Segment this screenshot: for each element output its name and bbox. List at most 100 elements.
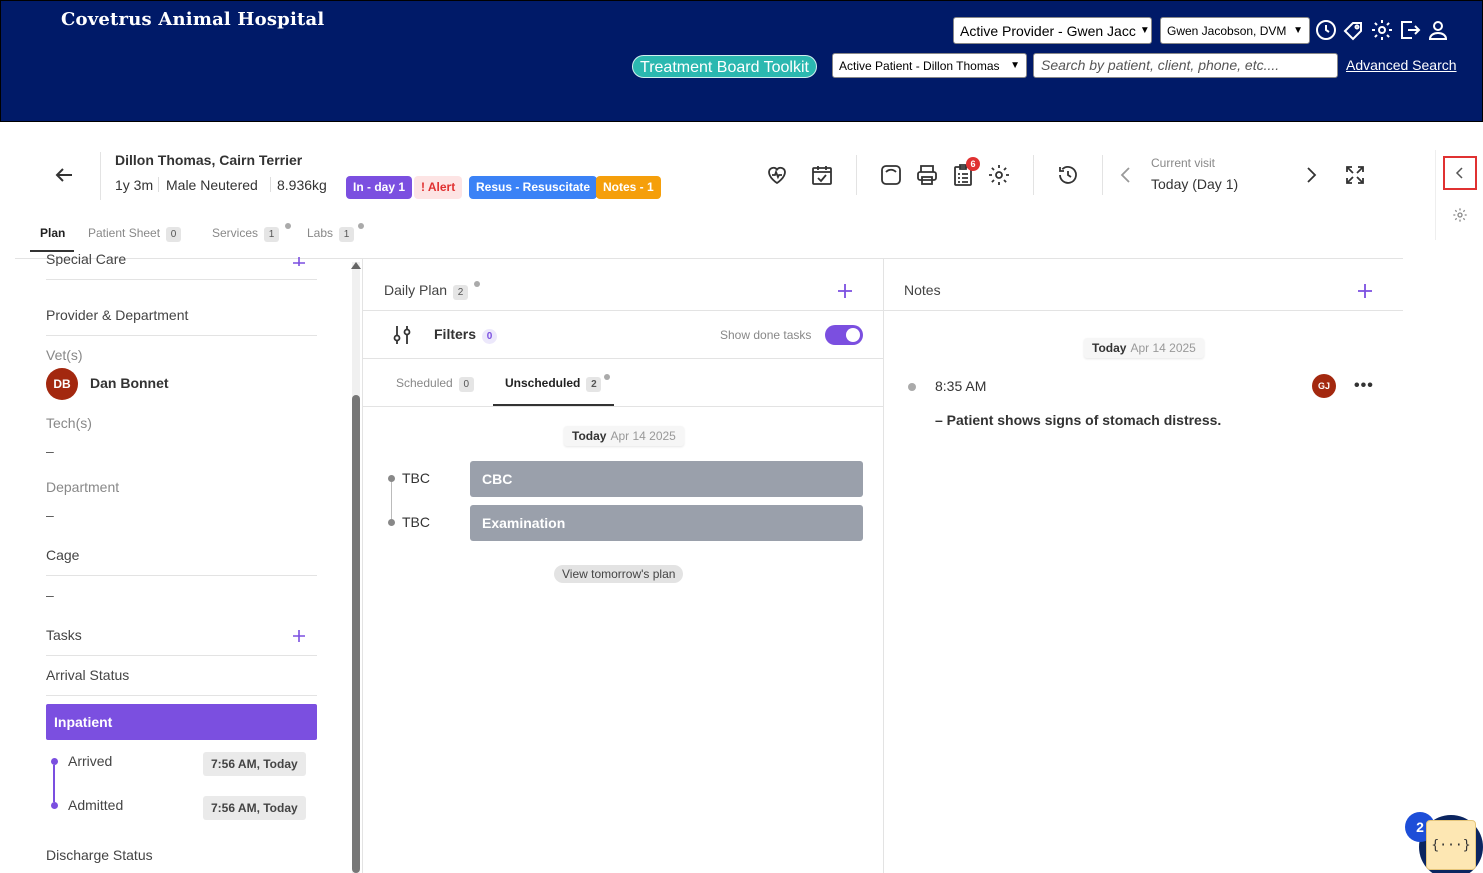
- vet-select-value: Gwen Jacobson, DVM: [1167, 23, 1287, 38]
- divider: [46, 335, 317, 336]
- discharge-status-label: Discharge Status: [46, 847, 153, 863]
- show-done-tasks-toggle[interactable]: [825, 325, 863, 345]
- divider: [884, 310, 1403, 311]
- tab-labs[interactable]: Labs 1: [307, 226, 355, 242]
- vets-label: Vet(s): [46, 347, 83, 363]
- note-time: 8:35 AM: [935, 378, 987, 394]
- collapse-panel-button[interactable]: [1443, 156, 1477, 190]
- divider: [362, 258, 363, 873]
- timeline-line: [53, 765, 55, 802]
- date-value: Apr 14 2025: [610, 429, 676, 443]
- resus-badge[interactable]: Resus - Resuscitate: [469, 176, 598, 199]
- timeline-dot: [388, 475, 395, 482]
- divider: [46, 695, 317, 696]
- tab-patient-sheet[interactable]: Patient Sheet 0: [88, 226, 182, 242]
- vet-name: Dan Bonnet: [90, 375, 169, 391]
- code-braces-button[interactable]: {···}: [1426, 820, 1476, 870]
- active-provider-select[interactable]: Active Provider - Gwen Jacc ▼: [953, 17, 1152, 44]
- filters-label: Filters: [434, 326, 477, 342]
- tab-count: 2: [586, 377, 602, 392]
- timeline-dot: [388, 519, 395, 526]
- add-task-icon[interactable]: [292, 629, 306, 643]
- divider: [363, 406, 883, 407]
- special-care-label: Special Care: [46, 252, 126, 266]
- divider: [46, 575, 317, 576]
- chevron-right-icon[interactable]: [1303, 165, 1319, 185]
- logout-icon[interactable]: [1398, 18, 1422, 42]
- arrived-time: 7:56 AM, Today: [203, 752, 306, 776]
- clock-icon[interactable]: [1314, 18, 1338, 42]
- printer-icon[interactable]: [915, 163, 939, 187]
- timeline-line: [391, 482, 392, 519]
- patient-age: 1y 3m: [115, 177, 154, 193]
- department-label: Department: [46, 479, 120, 495]
- more-options-icon[interactable]: •••: [1354, 377, 1374, 395]
- user-icon[interactable]: [1426, 18, 1450, 42]
- gear-icon[interactable]: [1370, 18, 1394, 42]
- tab-plan[interactable]: Plan: [40, 226, 65, 240]
- tag-icon[interactable]: [1342, 18, 1366, 42]
- add-special-care-icon[interactable]: [292, 256, 306, 266]
- patient-name: Dillon Thomas, Cairn Terrier: [115, 152, 303, 168]
- techs-label: Tech(s): [46, 415, 92, 431]
- daily-plan-title: Daily Plan 2: [384, 282, 469, 300]
- vet-select[interactable]: Gwen Jacobson, DVM ▼: [1160, 17, 1310, 44]
- tab-label: Labs: [307, 226, 334, 240]
- add-note-icon[interactable]: [1357, 283, 1373, 299]
- tab-count: 0: [166, 227, 182, 242]
- status-dot: [285, 223, 291, 229]
- tab-unscheduled[interactable]: Unscheduled 2: [505, 376, 602, 392]
- add-plan-icon[interactable]: [837, 283, 853, 299]
- filters-button[interactable]: Filters 0: [434, 326, 498, 344]
- arrival-status-value[interactable]: Inpatient: [46, 704, 317, 740]
- chevron-down-icon: ▼: [1139, 25, 1150, 36]
- special-care-text: Special Care: [46, 252, 127, 266]
- active-patient-select[interactable]: Active Patient - Dillon Thomas ▼: [832, 53, 1027, 78]
- task-time: TBC: [402, 514, 430, 530]
- back-arrow-icon[interactable]: [52, 163, 76, 187]
- tab-label: Plan: [40, 226, 66, 240]
- note-text: – Patient shows signs of stomach distres…: [935, 412, 1222, 428]
- task-bar-cbc[interactable]: CBC: [470, 461, 863, 497]
- search-input[interactable]: Search by patient, client, phone, etc...…: [1033, 53, 1338, 78]
- active-patient-value: Active Patient - Dillon Thomas: [839, 58, 1000, 73]
- tab-scheduled[interactable]: Scheduled 0: [396, 376, 474, 392]
- divider: [363, 310, 883, 311]
- date-value: Apr 14 2025: [1130, 341, 1196, 355]
- treatment-board-toolkit-button[interactable]: Treatment Board Toolkit: [632, 55, 817, 78]
- heart-health-icon[interactable]: [765, 163, 789, 187]
- calendar-check-icon[interactable]: [810, 163, 834, 187]
- divider: [883, 258, 884, 873]
- notes-title: Notes: [904, 282, 941, 298]
- active-provider-value: Active Provider - Gwen Jacc: [960, 22, 1136, 39]
- gear-icon[interactable]: [987, 163, 1011, 187]
- alert-badge[interactable]: ! Alert: [414, 176, 463, 199]
- meta-separator: [270, 177, 271, 192]
- view-tomorrow-button[interactable]: View tomorrow's plan: [554, 565, 684, 583]
- gear-icon[interactable]: [1452, 207, 1468, 223]
- advanced-search-link[interactable]: Advanced Search: [1346, 57, 1457, 73]
- scroll-up-icon[interactable]: [351, 262, 361, 269]
- techs-value: –: [46, 443, 54, 459]
- task-bar-examination[interactable]: Examination: [470, 505, 863, 541]
- timeline-dot: [51, 802, 58, 809]
- date-today: Today: [1092, 341, 1127, 355]
- in-day-badge[interactable]: In - day 1: [346, 176, 413, 199]
- tasks-label: Tasks: [46, 627, 82, 643]
- chevron-left-icon[interactable]: [1118, 165, 1134, 185]
- tab-services[interactable]: Services 1: [212, 226, 280, 242]
- scale-icon[interactable]: [879, 163, 903, 187]
- sidebar-scroll-thumb[interactable]: [352, 395, 360, 873]
- note-dot: [908, 383, 916, 391]
- tab-label: Services: [212, 226, 259, 240]
- history-icon[interactable]: [1056, 163, 1080, 187]
- divider: [46, 655, 317, 656]
- tab-count: 1: [339, 227, 355, 242]
- expand-icon[interactable]: [1343, 163, 1367, 187]
- notes-badge[interactable]: Notes - 1: [596, 176, 661, 199]
- date-today: Today: [572, 429, 607, 443]
- tab-label: Patient Sheet: [88, 226, 161, 240]
- tab-label: Scheduled: [396, 376, 453, 390]
- chevron-down-icon: ▼: [1010, 60, 1020, 71]
- filter-sliders-icon[interactable]: [392, 324, 412, 346]
